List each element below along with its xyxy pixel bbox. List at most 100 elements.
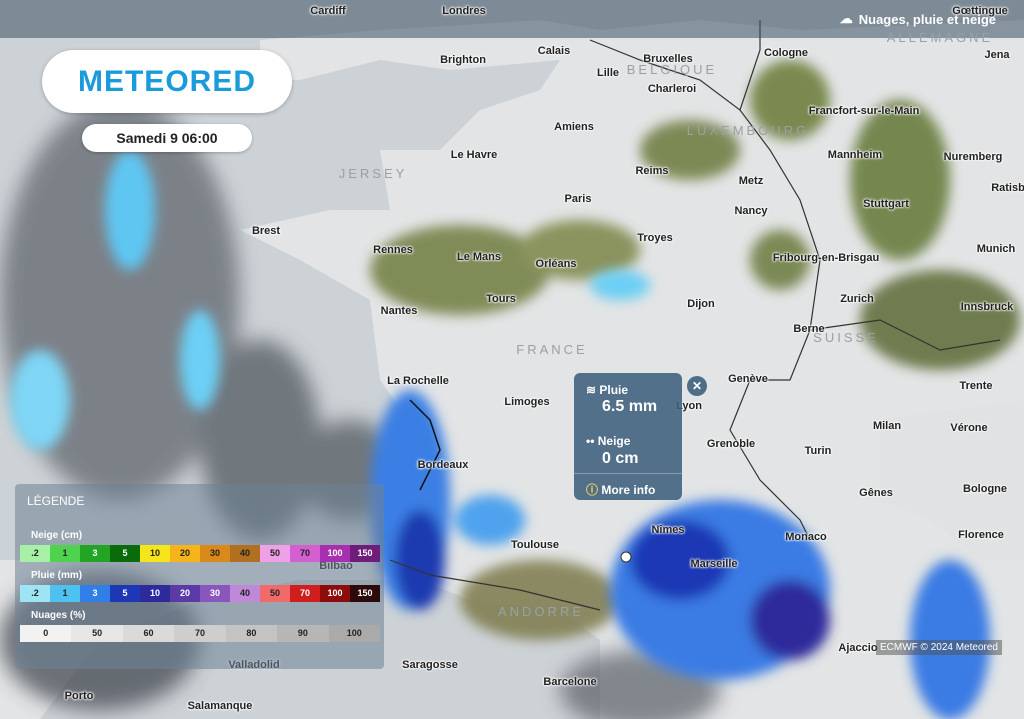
legend-step: 80 [225, 625, 278, 642]
city-label[interactable]: Fribourg-en-Brisgau [773, 252, 879, 264]
legend-step: 150 [350, 585, 380, 602]
snow-label: •• Neige [586, 434, 631, 448]
legend-step: 40 [230, 545, 260, 562]
city-label[interactable]: Berne [793, 323, 824, 335]
city-label[interactable]: Gœttingue [952, 5, 1008, 17]
legend-step: 30 [200, 585, 230, 602]
country-label: LUXEMBOURG [686, 123, 810, 138]
city-label[interactable]: Toulouse [511, 539, 559, 551]
city-label[interactable]: Marseille [690, 558, 737, 570]
legend-title: LÉGENDE [27, 494, 85, 508]
cloud-scale-label: Nuages (%) [31, 610, 86, 621]
city-label[interactable]: Milan [873, 420, 901, 432]
city-label[interactable]: Bordeaux [418, 459, 469, 471]
city-label[interactable]: Dijon [687, 298, 715, 310]
city-label[interactable]: Zurich [840, 293, 874, 305]
city-label[interactable]: Munich [977, 243, 1016, 255]
city-label[interactable]: Mannheim [828, 149, 882, 161]
city-label[interactable]: Bruxelles [643, 53, 693, 65]
legend-panel: LÉGENDE Neige (cm) .2 1 3 5 10 20 30 40 50 70 100 1… [15, 484, 384, 669]
legend-step: 50 [71, 625, 123, 642]
legend-step: 3 [80, 545, 110, 562]
city-label[interactable]: Grenoble [707, 438, 755, 450]
city-label[interactable]: Porto [65, 690, 94, 702]
city-label[interactable]: Trente [959, 380, 992, 392]
city-label[interactable]: Paris [565, 193, 592, 205]
city-label[interactable]: Ratisb [991, 182, 1024, 194]
city-label[interactable]: Le Mans [457, 251, 501, 263]
city-label[interactable]: Innsbruck [961, 301, 1014, 313]
legend-step: 1 [50, 585, 80, 602]
city-label[interactable]: Limoges [504, 396, 549, 408]
city-label[interactable]: Reims [635, 165, 668, 177]
legend-step: 40 [230, 585, 260, 602]
country-label: FRANCE [516, 342, 588, 357]
cloud-rain-icon: ☁ [839, 11, 853, 26]
city-label[interactable]: Le Havre [451, 149, 497, 161]
legend-step: 10 [140, 545, 170, 562]
city-label[interactable]: Metz [739, 175, 763, 187]
city-label[interactable]: Ajaccio [838, 642, 877, 654]
more-info-link[interactable]: ⓘ More info [586, 481, 655, 498]
city-label[interactable]: Amiens [554, 121, 594, 133]
city-label[interactable]: Nancy [734, 205, 767, 217]
legend-step: 100 [320, 545, 350, 562]
legend-step: 100 [328, 625, 380, 642]
city-label[interactable]: Stuttgart [863, 198, 909, 210]
rain-scale: .2 1 3 5 10 20 30 40 50 70 100 150 [20, 585, 380, 602]
logo[interactable]: METEORED [42, 50, 292, 113]
logo-text: METEORED [77, 64, 256, 98]
legend-step: 70 [290, 545, 320, 562]
city-label[interactable]: Nuremberg [944, 151, 1003, 163]
legend-step: 90 [277, 625, 329, 642]
city-label[interactable]: Barcelone [543, 676, 596, 688]
city-label[interactable]: Saragosse [402, 659, 458, 671]
city-label[interactable]: Orléans [536, 258, 577, 270]
city-label[interactable]: Tours [486, 293, 516, 305]
city-label[interactable]: Calais [538, 45, 570, 57]
legend-step: 3 [80, 585, 110, 602]
city-label[interactable]: Troyes [637, 232, 672, 244]
city-label[interactable]: Francfort-sur-le-Main [809, 105, 920, 117]
legend-step: 20 [170, 585, 200, 602]
legend-step: 0 [20, 625, 72, 642]
city-label[interactable]: Genève [728, 373, 768, 385]
city-label[interactable]: Jena [984, 49, 1009, 61]
country-label: JERSEY [338, 166, 408, 181]
legend-step: 50 [260, 585, 290, 602]
rain-label: ≋ Pluie [586, 383, 629, 397]
city-label[interactable]: Gênes [859, 487, 893, 499]
city-label[interactable]: Cardiff [310, 5, 345, 17]
city-label[interactable]: Rennes [373, 244, 413, 256]
legend-step: 70 [290, 585, 320, 602]
city-label[interactable]: Lille [597, 67, 619, 79]
legend-step: 20 [170, 545, 200, 562]
city-label[interactable]: Cologne [764, 47, 808, 59]
city-label[interactable]: Salamanque [188, 700, 253, 712]
city-label[interactable]: Brest [252, 225, 280, 237]
forecast-popup: ≋ Pluie 6.5 mm •• Neige 0 cm ⓘ More info [574, 373, 682, 500]
city-label[interactable]: Charleroi [648, 83, 696, 95]
credit: ECMWF © 2024 Meteored [876, 640, 1002, 655]
city-label[interactable]: Brighton [440, 54, 486, 66]
close-icon[interactable]: ✕ [687, 376, 707, 396]
snow-value: 0 cm [602, 450, 639, 467]
city-label[interactable]: Turin [805, 445, 832, 457]
city-label[interactable]: Monaco [785, 531, 827, 543]
city-label[interactable]: Nantes [381, 305, 418, 317]
country-label: ANDORRE [497, 604, 585, 619]
city-label[interactable]: Vérone [950, 422, 987, 434]
legend-step: 1 [50, 545, 80, 562]
city-label[interactable]: Nîmes [651, 524, 684, 536]
city-label[interactable]: Bologne [963, 483, 1007, 495]
legend-step: 5 [110, 585, 140, 602]
legend-step: 150 [350, 545, 380, 562]
legend-step: 5 [110, 545, 140, 562]
date-selector[interactable]: Samedi 9 06:00 [82, 124, 252, 152]
city-label[interactable]: Londres [442, 5, 485, 17]
legend-step: 60 [122, 625, 175, 642]
legend-step: .2 [20, 545, 50, 562]
rain-value: 6.5 mm [602, 398, 658, 415]
city-label[interactable]: Florence [958, 529, 1004, 541]
city-label[interactable]: La Rochelle [387, 375, 449, 387]
